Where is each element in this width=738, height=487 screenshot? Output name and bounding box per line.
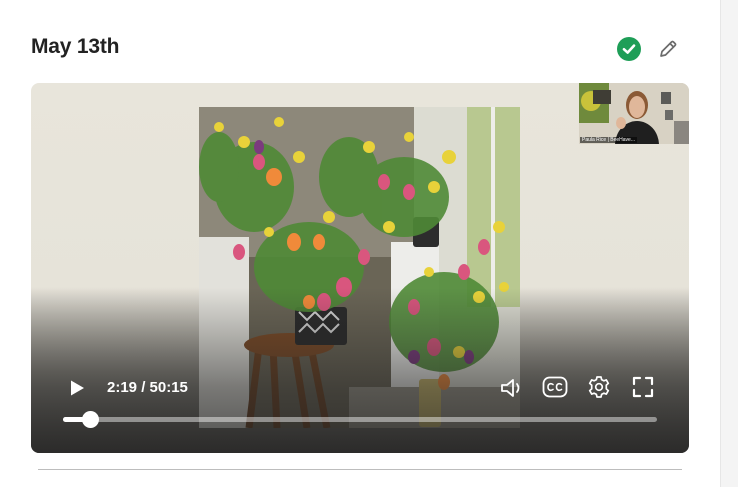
settings-icon[interactable] — [587, 375, 611, 404]
fullscreen-icon[interactable] — [632, 376, 654, 403]
play-icon[interactable] — [68, 379, 86, 402]
lesson-card: May 13th Paula Rice | BeeHave... 2:19 / … — [0, 0, 721, 487]
divider — [38, 469, 682, 470]
presenter-caption: Paula Rice | BeeHave... — [580, 137, 637, 143]
volume-icon[interactable] — [499, 375, 525, 406]
progress-track[interactable] — [63, 411, 657, 428]
check-circle-icon[interactable] — [617, 37, 641, 61]
lesson-title: May 13th — [31, 35, 120, 58]
pencil-icon[interactable] — [657, 38, 679, 60]
presenter-thumbnail[interactable]: Paula Rice | BeeHave... — [579, 83, 689, 144]
time-display: 2:19 / 50:15 — [107, 379, 188, 396]
captions-icon[interactable] — [542, 376, 568, 403]
video-player[interactable]: Paula Rice | BeeHave... 2:19 / 50:15 — [31, 83, 689, 453]
controls-gradient — [31, 288, 689, 453]
progress-handle[interactable] — [82, 411, 99, 428]
